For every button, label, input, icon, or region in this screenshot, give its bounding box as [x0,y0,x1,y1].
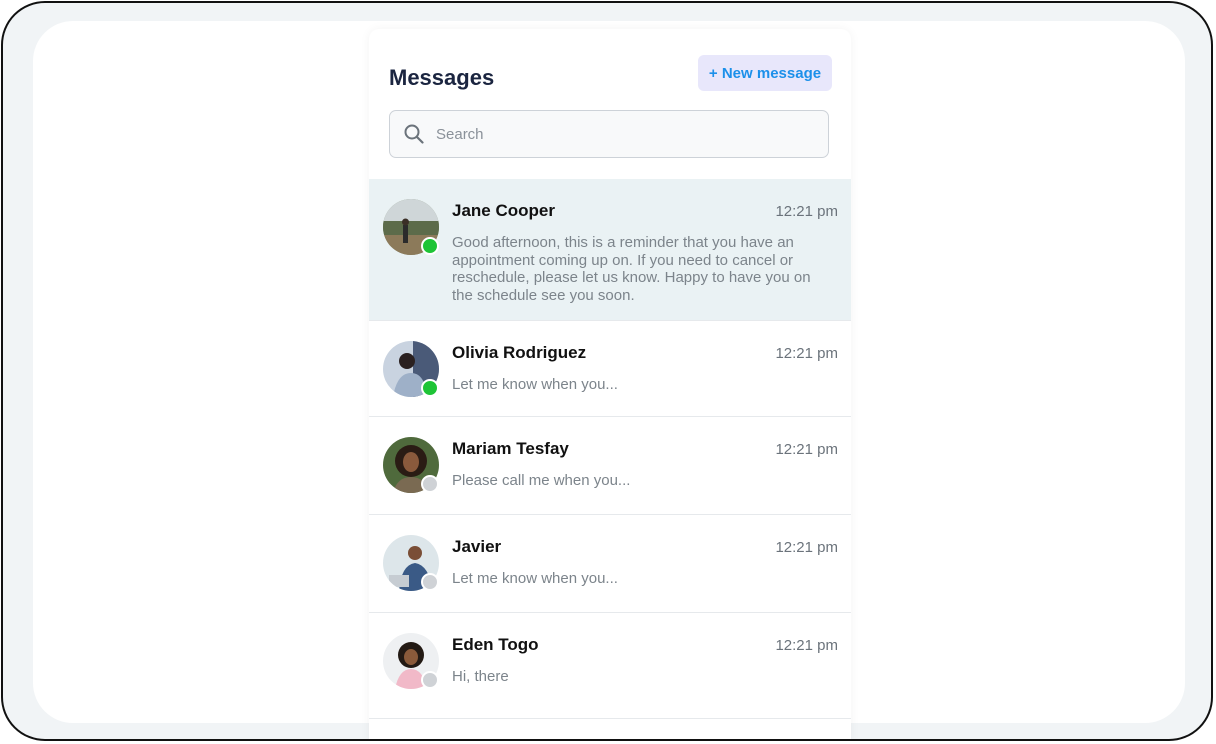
offline-status-dot [421,475,439,493]
avatar [383,437,439,493]
conversation-row[interactable]: Olivia Rodriguez 12:21 pm Let me know wh… [369,321,851,417]
message-time: 12:21 pm [775,637,838,654]
avatar [383,341,439,397]
avatar [383,633,439,689]
contact-name: Javier [452,537,502,556]
contact-name: Olivia Rodriguez [452,343,587,362]
offline-status-dot [421,573,439,591]
search-box[interactable] [389,110,829,158]
conversation-row[interactable]: Jane Cooper 12:21 pm Good afternoon, thi… [369,179,851,321]
message-preview: Hi, there [452,668,509,685]
message-preview: Good afternoon, this is a reminder that … [452,234,811,304]
avatar [383,199,439,255]
message-time: 12:21 pm [775,345,838,362]
contact-name: Eden Togo [452,635,539,654]
conversation-list: Jane Cooper 12:21 pm Good afternoon, thi… [369,179,851,719]
new-message-button[interactable]: + New message [698,55,832,91]
avatar [383,535,439,591]
search-input[interactable] [434,124,798,144]
messages-panel: Messages + New message Search Jane Coope… [369,29,851,739]
message-preview: Let me know when you... [452,376,618,393]
online-status-dot [421,379,439,397]
search-icon [404,124,424,144]
contact-name: Jane Cooper [452,201,555,220]
offline-status-dot [421,671,439,689]
message-preview: Let me know when you... [452,570,618,587]
message-time: 12:21 pm [775,539,838,556]
page-title: Messages [389,65,495,90]
message-time: 12:21 pm [775,203,838,220]
conversation-row[interactable]: Mariam Tesfay 12:21 pm Please call me wh… [369,417,851,515]
message-time: 12:21 pm [775,441,838,458]
message-preview: Please call me when you... [452,472,631,489]
online-status-dot [421,237,439,255]
app-frame: Messages + New message Search Jane Coope… [1,1,1213,741]
conversation-row[interactable]: Eden Togo 12:21 pm Hi, there [369,613,851,719]
contact-name: Mariam Tesfay [452,439,569,458]
conversation-row[interactable]: Javier 12:21 pm Let me know when you... [369,515,851,613]
